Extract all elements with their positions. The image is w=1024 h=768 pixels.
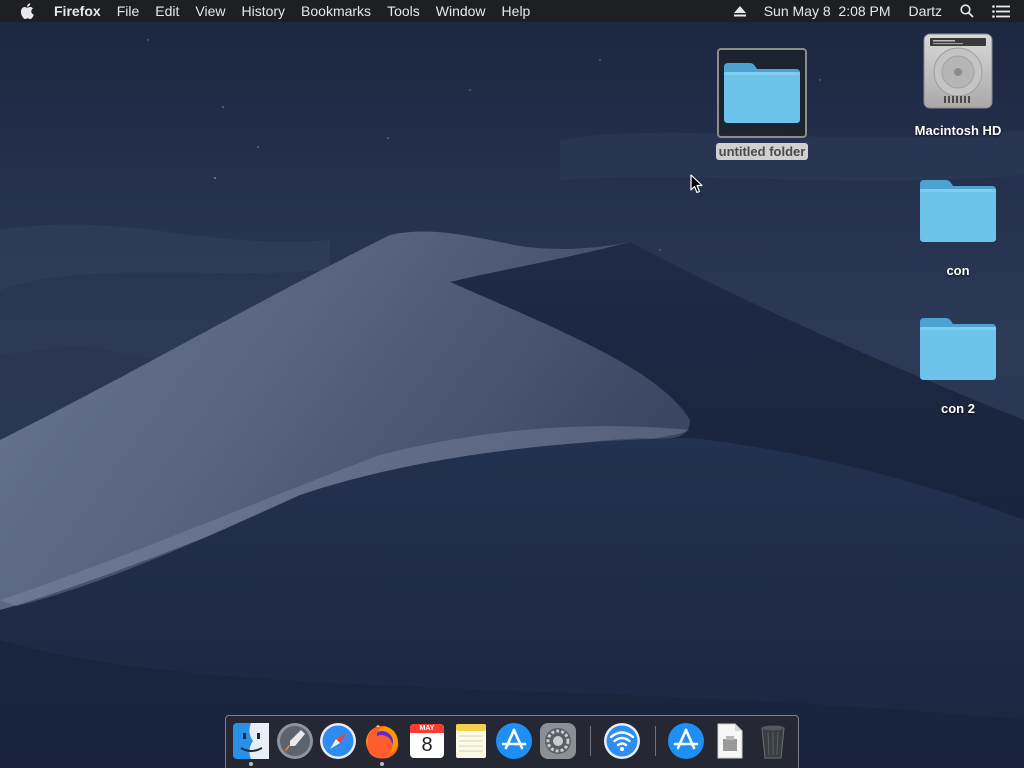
folder-icon xyxy=(920,180,996,242)
desktop-icon-con-2[interactable]: con 2 xyxy=(908,316,1008,418)
menu-bar-extras: Sun May 8 2:08 PM Dartz xyxy=(725,0,1024,22)
desktop-icon-label: Macintosh HD xyxy=(914,123,1002,138)
firefox-icon[interactable] xyxy=(362,721,402,761)
dock-separator xyxy=(590,726,591,756)
safari-icon[interactable] xyxy=(318,721,358,761)
notes-icon[interactable] xyxy=(451,721,491,761)
dock-separator xyxy=(655,726,656,756)
calendar-page: MAY 8 xyxy=(410,724,444,758)
menu-file[interactable]: File xyxy=(109,0,148,22)
document-icon[interactable] xyxy=(710,721,750,761)
desktop-icon-untitled-folder[interactable]: untitled folder xyxy=(710,48,814,161)
menu-help[interactable]: Help xyxy=(494,0,539,22)
desktop-icon-con[interactable]: con xyxy=(908,178,1008,280)
system-preferences-icon[interactable] xyxy=(538,721,578,761)
desktop-wallpaper xyxy=(0,0,1024,768)
calendar-icon[interactable]: MAY 8 xyxy=(407,721,447,761)
dock: MAY 8 xyxy=(225,715,799,768)
menu-clock[interactable]: Sun May 8 2:08 PM xyxy=(755,0,900,22)
spotlight-icon[interactable] xyxy=(951,4,983,18)
selection-highlight xyxy=(717,48,807,138)
app-store-icon[interactable] xyxy=(494,721,534,761)
menu-bar: Firefox File Edit View History Bookmarks… xyxy=(0,0,1024,22)
calendar-month: MAY xyxy=(410,724,444,733)
menu-tools[interactable]: Tools xyxy=(379,0,428,22)
menu-bookmarks[interactable]: Bookmarks xyxy=(293,0,379,22)
menu-history[interactable]: History xyxy=(233,0,293,22)
eject-icon[interactable] xyxy=(725,5,755,17)
menu-edit[interactable]: Edit xyxy=(147,0,187,22)
menu-app-name[interactable]: Firefox xyxy=(54,0,109,22)
running-indicator xyxy=(380,762,384,766)
wifi-icon[interactable] xyxy=(602,721,642,761)
folder-icon xyxy=(724,63,800,123)
app-store-folder-icon[interactable] xyxy=(666,721,706,761)
running-indicator xyxy=(249,762,253,766)
mouse-pointer-icon xyxy=(690,174,703,194)
menu-bar-menus: Firefox File Edit View History Bookmarks… xyxy=(54,0,538,22)
trash-icon[interactable] xyxy=(753,721,793,761)
calendar-day: 8 xyxy=(421,734,433,756)
menu-window[interactable]: Window xyxy=(428,0,494,22)
desktop-icon-label: con 2 xyxy=(941,401,975,416)
desktop-icon-label: untitled folder xyxy=(715,143,809,160)
apple-icon[interactable] xyxy=(20,3,36,19)
menu-user-name[interactable]: Dartz xyxy=(900,0,951,22)
notification-center-icon[interactable] xyxy=(983,4,1024,18)
desktop-icon-label: con xyxy=(946,263,970,278)
hard-drive-icon xyxy=(923,33,993,109)
menu-view[interactable]: View xyxy=(187,0,233,22)
folder-icon xyxy=(920,318,996,380)
finder-icon[interactable] xyxy=(231,721,271,761)
desktop-icon-macintosh-hd[interactable]: Macintosh HD xyxy=(903,30,1013,140)
launchpad-icon[interactable] xyxy=(275,721,315,761)
